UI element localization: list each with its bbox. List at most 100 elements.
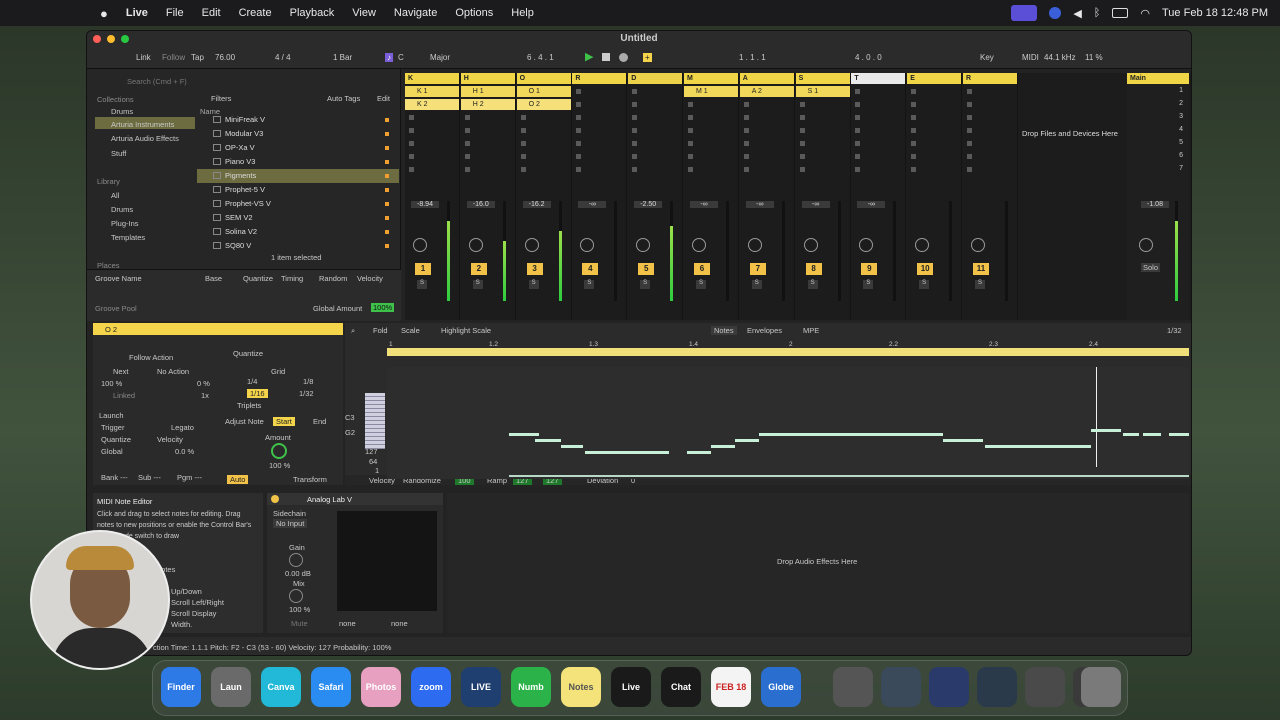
track-activator-button[interactable]: 7 — [749, 263, 766, 275]
empty-clip-slot[interactable] — [963, 86, 1017, 97]
solo-button[interactable]: S — [975, 280, 985, 289]
midi-note[interactable] — [561, 445, 583, 448]
track-volume[interactable]: -16.2 — [522, 201, 551, 208]
pgm-select[interactable]: Pgm --- — [177, 473, 202, 482]
empty-clip-slot[interactable] — [461, 112, 515, 123]
track-header[interactable]: O — [516, 73, 571, 84]
midi-note[interactable] — [917, 433, 943, 436]
library-templates[interactable]: Templates — [111, 233, 145, 242]
empty-clip-slot[interactable] — [628, 151, 682, 162]
master-volume[interactable]: -1.08 — [1141, 201, 1169, 208]
sub-select[interactable]: Sub --- — [138, 473, 161, 482]
empty-clip-slot[interactable] — [740, 99, 794, 110]
solo-button[interactable]: S — [751, 280, 762, 289]
browser-search[interactable]: Search (Cmd + F) — [127, 77, 187, 86]
empty-clip-slot[interactable] — [851, 99, 905, 110]
collection-stuff[interactable]: Stuff — [111, 149, 126, 158]
record-button[interactable] — [619, 53, 628, 62]
empty-clip-slot[interactable] — [572, 151, 626, 162]
list-item[interactable]: Pigments — [197, 169, 399, 183]
search-icon[interactable]: ⌕ — [351, 326, 355, 336]
track-volume[interactable]: -∞ — [857, 201, 886, 208]
dock-notes[interactable]: Notes — [561, 667, 601, 707]
solo-button[interactable]: S — [472, 280, 483, 289]
track-volume[interactable]: -∞ — [745, 201, 774, 208]
track-volume[interactable]: -∞ — [578, 201, 607, 208]
track-activator-button[interactable]: 10 — [917, 263, 934, 275]
tab-envelopes[interactable]: Envelopes — [747, 326, 782, 335]
triplets-toggle[interactable]: Triplets — [237, 401, 261, 410]
empty-clip-slot[interactable] — [572, 138, 626, 149]
stop-button[interactable] — [602, 53, 610, 61]
empty-clip-slot[interactable] — [517, 112, 571, 123]
empty-clip-slot[interactable] — [405, 164, 459, 175]
empty-clip-slot[interactable] — [628, 112, 682, 123]
empty-clip-slot[interactable] — [461, 138, 515, 149]
volume-icon[interactable]: ◀ — [1073, 7, 1081, 20]
solo-button[interactable]: S — [528, 280, 539, 289]
mix-knob[interactable] — [289, 589, 303, 603]
empty-clip-slot[interactable] — [740, 138, 794, 149]
follow-chance-b[interactable]: 0 % — [197, 379, 210, 388]
device-preset-a[interactable]: none — [339, 619, 356, 628]
collection-drums[interactable]: Drums — [111, 107, 133, 116]
empty-clip-slot[interactable] — [684, 125, 738, 136]
midi-note[interactable] — [1143, 433, 1161, 436]
auto-quantize-button[interactable]: Auto — [227, 475, 249, 484]
dock-feb-18[interactable]: FEB 18 — [711, 667, 751, 707]
follow-multiplier[interactable]: 1x — [201, 391, 209, 400]
solo-button[interactable]: S — [696, 280, 706, 289]
dock-window-thumbnail[interactable] — [881, 667, 921, 707]
track-header[interactable]: D — [628, 73, 683, 84]
audio-effects-area[interactable]: Drop Audio Effects Here — [447, 493, 1189, 633]
empty-clip-slot[interactable] — [572, 86, 626, 97]
empty-clip-slot[interactable] — [907, 112, 961, 123]
dock-window-thumbnail[interactable] — [833, 667, 873, 707]
pan-knob[interactable] — [580, 238, 595, 252]
pan-knob[interactable] — [692, 238, 706, 252]
note-grid[interactable] — [387, 367, 1189, 479]
clip-slot-o1[interactable]: O 1 — [516, 86, 571, 97]
empty-clip-slot[interactable] — [907, 151, 961, 162]
dock-window-thumbnail[interactable] — [977, 667, 1017, 707]
adjust-start-button[interactable]: Start — [273, 417, 295, 426]
menu-view[interactable]: View — [343, 7, 385, 19]
scene-launch-3[interactable]: 3 — [1127, 110, 1189, 123]
screen-share-icon[interactable] — [1011, 5, 1038, 21]
auto-tags-button[interactable]: Auto Tags — [327, 94, 360, 103]
empty-clip-slot[interactable] — [851, 151, 905, 162]
grid-setting[interactable]: 1/32 — [1167, 326, 1182, 335]
global-amount-value[interactable]: 100% — [371, 303, 395, 312]
linked-button[interactable]: Linked — [113, 391, 135, 400]
minimize-window-icon[interactable] — [107, 35, 115, 43]
link-button[interactable]: Link — [136, 53, 151, 62]
scale-mode-icon[interactable]: ♪ — [385, 53, 393, 62]
grid-1-16[interactable]: 1/16 — [247, 389, 268, 398]
launch-mode-select[interactable]: Trigger — [101, 423, 124, 432]
follow-noaction-select[interactable]: No Action — [157, 367, 189, 376]
dock-numbers[interactable]: Numb — [511, 667, 551, 707]
pan-knob[interactable] — [859, 238, 874, 252]
scene-launch-7[interactable]: 7 — [1127, 162, 1189, 175]
empty-clip-slot[interactable] — [796, 125, 850, 136]
arrangement-position[interactable]: 6 . 4 . 1 — [527, 53, 554, 62]
track-activator-button[interactable]: 8 — [805, 263, 822, 275]
empty-clip-slot[interactable] — [517, 151, 571, 162]
track-activator-button[interactable]: 4 — [582, 263, 599, 275]
empty-clip-slot[interactable] — [740, 164, 794, 175]
adjust-end-button[interactable]: End — [313, 417, 326, 426]
list-item[interactable]: Modular V3 — [197, 127, 399, 141]
empty-clip-slot[interactable] — [740, 112, 794, 123]
empty-clip-slot[interactable] — [851, 112, 905, 123]
empty-clip-slot[interactable] — [851, 138, 905, 149]
solo-button[interactable]: S — [640, 280, 651, 289]
empty-clip-slot[interactable] — [740, 125, 794, 136]
track-volume[interactable]: -2.50 — [634, 201, 663, 208]
apple-icon[interactable]: ● — [0, 6, 117, 21]
empty-clip-slot[interactable] — [572, 112, 626, 123]
list-item[interactable]: Piano V3 — [197, 155, 399, 169]
solo-button[interactable]: S — [919, 280, 930, 289]
empty-clip-slot[interactable] — [851, 125, 905, 136]
clock[interactable]: Tue Feb 18 12:48 PM — [1162, 7, 1268, 19]
empty-clip-slot[interactable] — [461, 164, 515, 175]
